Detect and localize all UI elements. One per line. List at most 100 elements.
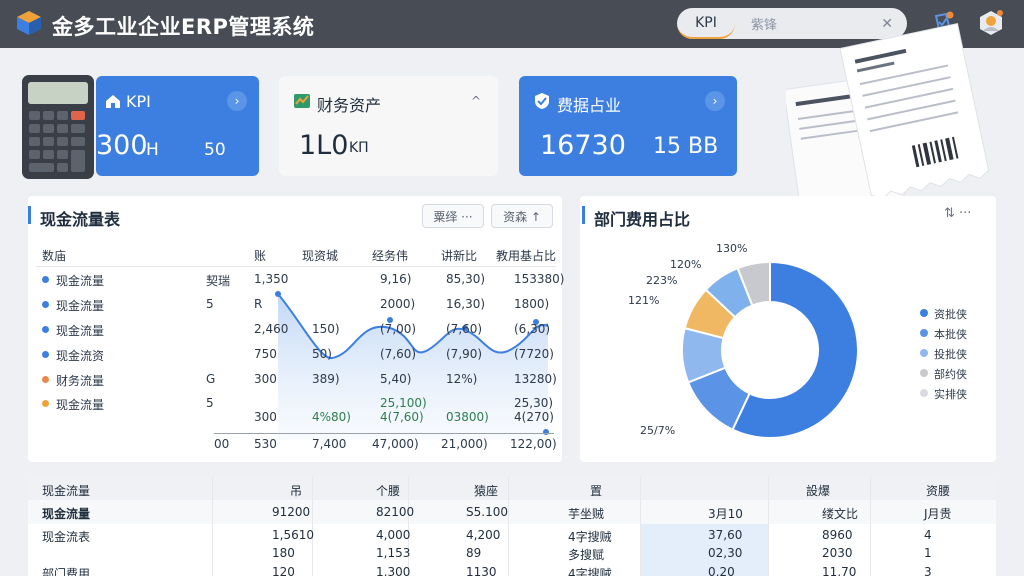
legend-dot (920, 309, 928, 317)
row-marker-icon (42, 376, 49, 383)
total-cell: 00 (214, 437, 230, 451)
table-cell: (7720) (514, 347, 554, 361)
legend-dot (920, 329, 928, 337)
col-header: 置 (590, 484, 603, 498)
table-cell: 153380) (514, 272, 565, 286)
table-cell: (7,90) (446, 347, 483, 361)
row-label: 财务流量 (56, 374, 105, 388)
table-cell: G (206, 372, 216, 386)
row-label: 现金流表 (42, 530, 91, 544)
dept-donut-chart (681, 260, 859, 439)
col-divider (870, 476, 871, 576)
pie-label: 121% (628, 294, 660, 307)
chevron-right-icon[interactable]: › (705, 91, 725, 111)
row-marker-icon (42, 400, 49, 407)
row-label: 现金流量 (42, 507, 91, 521)
table-cell: 8960 (822, 528, 853, 542)
legend-item: 投批侠 (934, 348, 967, 361)
table-cell: 1800) (514, 297, 550, 311)
table-cell: 1,350 (254, 272, 289, 286)
kpi-extra: 50 (204, 140, 226, 160)
dept-actions-icon[interactable]: ⇅ ··· (944, 206, 971, 221)
total-cell: 47,000) (372, 437, 419, 451)
receipts-image (786, 22, 990, 210)
table-cell: 85,30) (446, 272, 486, 286)
total-cell: 530 (254, 437, 277, 451)
table-cell: (7,60) (446, 322, 483, 336)
cashflow-sort-button[interactable]: 资森 ↑ (491, 204, 553, 228)
kpi-value: 1L0 (299, 130, 349, 161)
chevron-right-icon[interactable]: › (227, 91, 247, 111)
col-header: 数庙 (42, 249, 67, 263)
legend-item: 部约侠 (934, 368, 967, 381)
col-divider (312, 476, 313, 576)
kpi-card-kpi[interactable]: KPI › 300 H 50 (96, 76, 259, 176)
kpi-value: 300 (96, 130, 148, 161)
table-cell: 03800) (446, 410, 489, 424)
col-divider (212, 476, 213, 576)
col-header: 猿座 (474, 484, 499, 498)
kpi-card-expense[interactable]: 费据占业 › 16730 15 BB (519, 76, 737, 176)
kpi-label: KPI (126, 92, 151, 111)
home-icon (106, 95, 120, 108)
table-cell: 120 (272, 565, 295, 576)
table-cell: S5.100 (466, 505, 508, 519)
table-cell: 4(7,60) (380, 410, 424, 424)
kpi-card-finance[interactable]: 财务资产 ^ 1L0 KΠ (279, 76, 498, 176)
col-divider (408, 476, 409, 576)
table-cell: 16,30) (446, 297, 486, 311)
table-cell: 91200 (272, 505, 311, 519)
table-cell: 4字搜贼 (568, 530, 612, 544)
kpi-unit: H (146, 140, 159, 160)
table-cell: 多搜赋 (568, 548, 605, 562)
table-cell: 0,20 (708, 565, 735, 576)
cashflow-title: 现金流量表 (40, 210, 121, 229)
total-cell: 122,00) (510, 437, 557, 451)
col-header: 现金流量 (42, 484, 91, 498)
total-divider (214, 433, 554, 434)
table-cell: 300 (254, 410, 277, 424)
legend-item: 本批侠 (934, 328, 967, 341)
table-cell: R (254, 297, 263, 311)
table-cell: J月贵 (924, 507, 952, 521)
search-tab-kpi[interactable]: KPI (677, 8, 735, 39)
table-cell: 50) (312, 347, 332, 361)
kpi-unit: KΠ (349, 140, 369, 156)
table-cell: 750 (254, 347, 277, 361)
table-cell: 25,100) (380, 396, 427, 410)
table-cell: 2,460 (254, 322, 289, 336)
table-cell: 缕文比 (822, 507, 859, 521)
table-cell: 3 (924, 565, 932, 576)
table-cell: 4,200 (466, 528, 501, 542)
cashflow-filter-button[interactable]: 粟绎 ··· (422, 204, 484, 228)
pie-label: 130% (716, 242, 748, 255)
logo-icon (17, 11, 41, 35)
row-marker-icon (42, 276, 49, 283)
table-cell: 契瑞 (206, 274, 231, 288)
row-marker-icon (42, 351, 49, 358)
table-cell: 4(270) (514, 410, 554, 424)
title-accent (582, 206, 585, 224)
chevron-up-icon[interactable]: ^ (466, 91, 486, 111)
legend-item: 实排侠 (934, 388, 967, 401)
col-header: 吊 (290, 484, 303, 498)
table-cell: 4%80) (312, 410, 351, 424)
table-cell: 11,70 (822, 565, 857, 576)
summary-table (28, 476, 996, 576)
table-cell: 2030 (822, 546, 853, 560)
table-cell: 5,40) (380, 372, 412, 386)
table-cell: 150) (312, 322, 340, 336)
row-label: 现金流量 (56, 299, 105, 313)
chart-icon (294, 94, 310, 108)
col-divider (640, 476, 641, 576)
table-cell: 5 (206, 396, 214, 410)
row-marker-icon (42, 301, 49, 308)
table-cell: 89 (466, 546, 482, 560)
table-cell: 4字搜贼 (568, 567, 612, 576)
table-cell: 82100 (376, 505, 415, 519)
row-label: 现金流量 (56, 274, 105, 288)
table-cell: 13280) (514, 372, 557, 386)
kpi-label: 费据占业 (557, 96, 622, 115)
table-header-row (28, 476, 996, 500)
row-label: 现金流量 (56, 398, 105, 412)
